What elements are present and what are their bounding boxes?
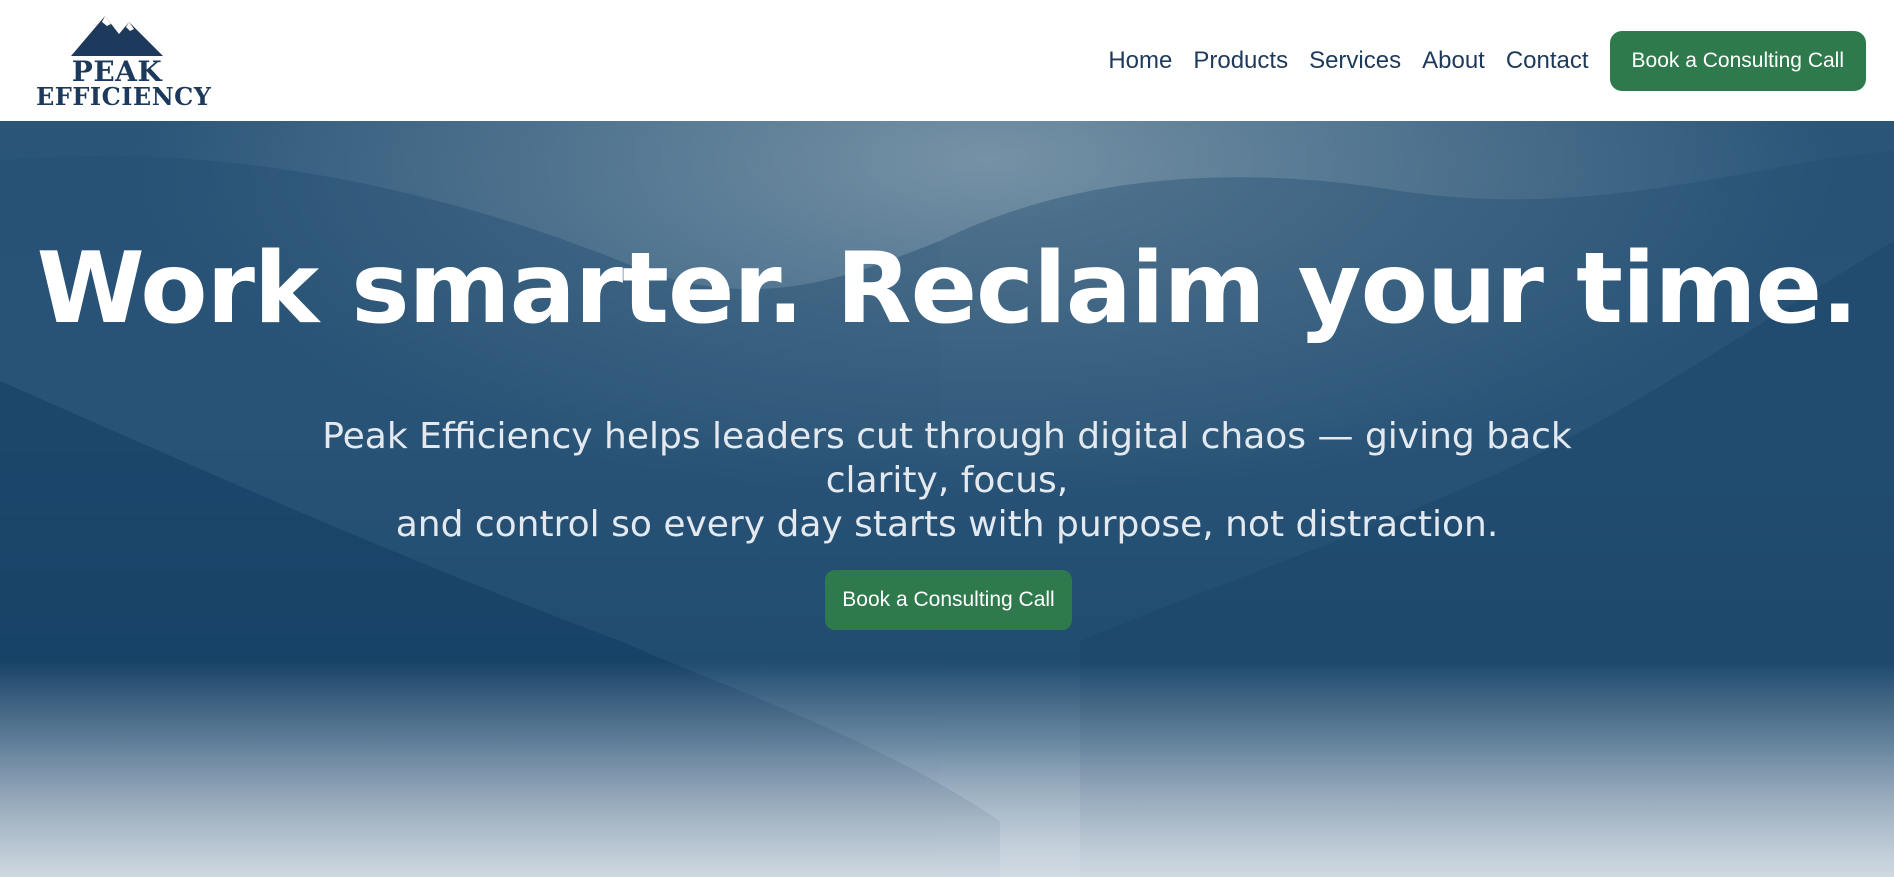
nav-link-home[interactable]: Home bbox=[1108, 31, 1172, 91]
brand-name-line2: EFFICIENCY bbox=[36, 82, 212, 111]
hero-subtitle-line1: Peak Efficiency helps leaders cut throug… bbox=[322, 416, 1572, 501]
brand-logo[interactable]: PEAK EFFICIENCY bbox=[36, 10, 212, 111]
hero-section: Work smarter. Reclaim your time. Peak Ef… bbox=[0, 121, 1894, 877]
mountain-icon bbox=[71, 16, 163, 56]
hero-subtitle: Peak Efficiency helps leaders cut throug… bbox=[260, 415, 1634, 547]
hero-book-consulting-call-button[interactable]: Book a Consulting Call bbox=[825, 570, 1072, 630]
site-header: PEAK EFFICIENCY Home Products Services A… bbox=[0, 0, 1894, 121]
nav-link-products[interactable]: Products bbox=[1193, 31, 1288, 91]
main-nav: Home Products Services About Contact Boo… bbox=[1108, 31, 1866, 91]
nav-link-about[interactable]: About bbox=[1422, 31, 1485, 91]
nav-link-contact[interactable]: Contact bbox=[1506, 31, 1589, 91]
book-consulting-call-button[interactable]: Book a Consulting Call bbox=[1609, 31, 1866, 91]
hero-title: Work smarter. Reclaim your time. bbox=[36, 232, 1859, 346]
nav-link-services[interactable]: Services bbox=[1309, 31, 1401, 91]
hero-subtitle-line2: and control so every day starts with pur… bbox=[395, 504, 1499, 545]
